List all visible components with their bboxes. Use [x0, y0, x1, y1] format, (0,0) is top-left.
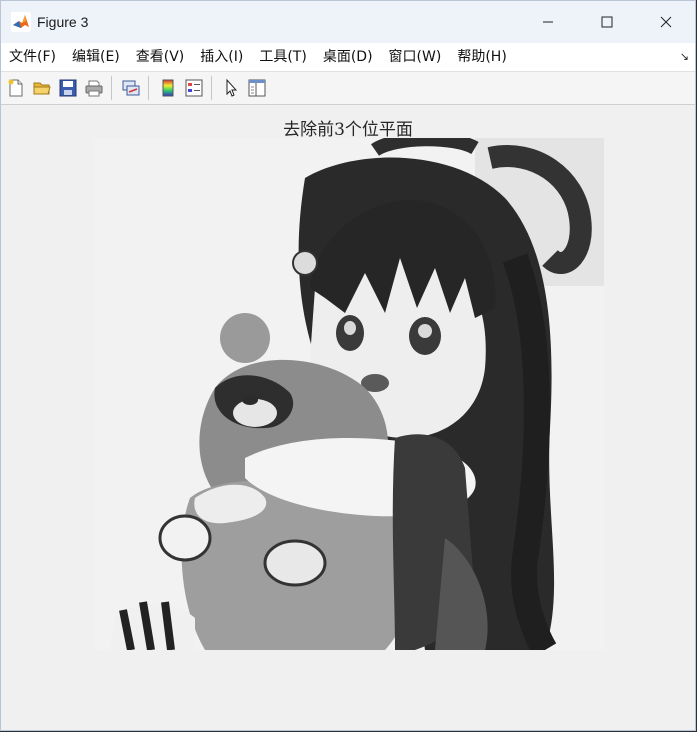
minimize-icon [542, 21, 553, 23]
matlab-logo-icon [11, 12, 31, 32]
save-icon [59, 79, 77, 97]
window-controls [518, 1, 695, 43]
colorbar-button[interactable] [157, 77, 179, 99]
maximize-icon [601, 16, 612, 28]
menu-help[interactable]: 帮助(H) [449, 43, 514, 71]
new-figure-button[interactable] [5, 77, 27, 99]
grayscale-image [95, 138, 604, 650]
print-icon [85, 80, 103, 97]
edit-pointer-icon [226, 78, 238, 97]
figure-window: Figure 3 文件(F) 编辑(E) 查看(V) 插入(I) 工具(T) 桌… [0, 0, 696, 731]
new-figure-icon [8, 79, 23, 97]
colorbar-icon [162, 79, 174, 97]
menu-view[interactable]: 查看(V) [128, 43, 193, 71]
title-bar[interactable]: Figure 3 [1, 1, 695, 43]
toolbar-separator [211, 76, 212, 100]
menu-desktop[interactable]: 桌面(D) [315, 43, 381, 71]
link-plot-button[interactable] [120, 77, 142, 99]
menu-tools[interactable]: 工具(T) [251, 43, 314, 71]
legend-button[interactable] [183, 77, 205, 99]
menu-insert[interactable]: 插入(I) [192, 43, 251, 71]
axes-title: 去除前3个位平面 [283, 120, 413, 140]
figure-toolbar [1, 72, 695, 105]
close-icon [660, 16, 671, 28]
menu-file[interactable]: 文件(F) [1, 43, 64, 71]
toolbar-separator [148, 76, 149, 100]
save-button[interactable] [57, 77, 79, 99]
menu-window[interactable]: 窗口(W) [381, 43, 450, 71]
menu-bar: 文件(F) 编辑(E) 查看(V) 插入(I) 工具(T) 桌面(D) 窗口(W… [1, 43, 695, 72]
window-title: Figure 3 [37, 14, 89, 30]
link-plot-icon [122, 80, 140, 96]
open-button[interactable] [31, 77, 53, 99]
property-inspector-button[interactable] [246, 77, 268, 99]
toolbar-separator [111, 76, 112, 100]
menu-edit[interactable]: 编辑(E) [64, 43, 128, 71]
legend-icon [185, 79, 203, 97]
maximize-button[interactable] [577, 1, 636, 43]
minimize-button[interactable] [518, 1, 577, 43]
close-button[interactable] [636, 1, 695, 43]
edit-plot-button[interactable] [220, 77, 242, 99]
open-folder-icon [33, 82, 51, 95]
figure-canvas[interactable]: 去除前3个位平面 [1, 105, 695, 730]
dock-figure-icon[interactable]: ↘ [680, 50, 689, 63]
property-inspector-icon [248, 79, 266, 97]
print-button[interactable] [83, 77, 105, 99]
